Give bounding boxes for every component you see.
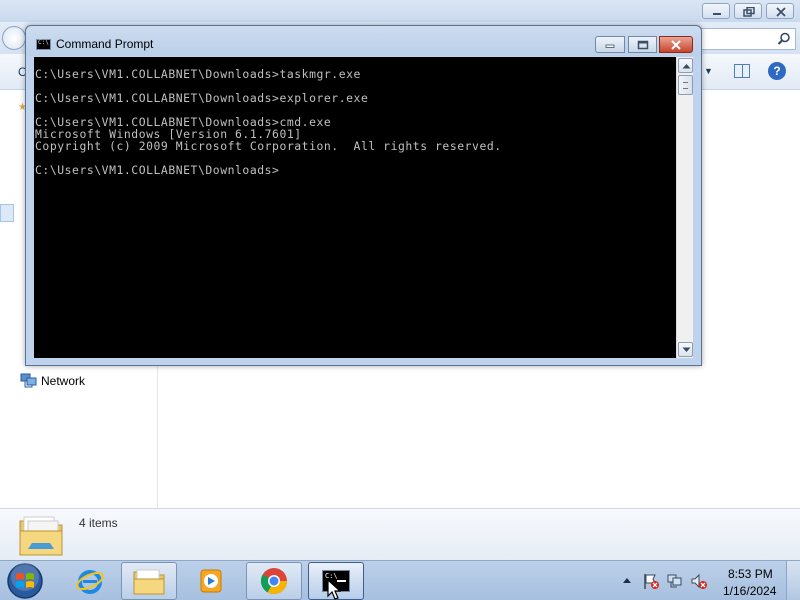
start-button[interactable] xyxy=(5,562,45,600)
taskbar-internet-explorer[interactable] xyxy=(62,562,118,600)
search-input[interactable] xyxy=(690,28,796,50)
taskbar-windows-explorer[interactable] xyxy=(121,562,177,600)
windows-start-orb-icon xyxy=(7,563,43,599)
console-line: Copyright (c) 2009 Microsoft Corporation… xyxy=(35,139,502,153)
help-icon[interactable]: ? xyxy=(768,62,786,80)
preview-pane-icon[interactable] xyxy=(734,64,750,78)
console-output[interactable]: C:\Users\VM1.COLLABNET\Downloads>taskmgr… xyxy=(34,57,676,358)
console-text: C:\Users\VM1.COLLABNET\Downloads>taskmgr… xyxy=(34,57,676,176)
maximize-icon xyxy=(637,40,648,49)
minimize-button[interactable] xyxy=(595,36,625,53)
folder-icon xyxy=(133,569,165,595)
folder-icon xyxy=(19,516,63,556)
details-pane: 4 items xyxy=(0,508,800,560)
minimize-icon xyxy=(713,13,721,15)
vertical-scrollbar[interactable] xyxy=(676,57,693,358)
close-icon xyxy=(776,7,786,17)
item-count: 4 items xyxy=(79,516,118,530)
volume-muted-icon[interactable] xyxy=(690,572,708,590)
restore-icon xyxy=(743,7,755,17)
cmd-app-icon: C:\ xyxy=(36,39,51,50)
close-icon xyxy=(671,39,681,50)
chrome-icon xyxy=(260,568,288,595)
cmd-titlebar[interactable]: C:\ Command Prompt xyxy=(26,26,701,56)
close-button[interactable] xyxy=(659,36,693,53)
views-dropdown-icon[interactable]: ▼ xyxy=(704,66,713,76)
clock-date[interactable]: 1/16/2024 xyxy=(723,584,776,598)
cmd-app-icon-text: C:\ xyxy=(38,39,49,46)
back-button[interactable] xyxy=(2,26,26,50)
chevron-up-icon xyxy=(682,64,691,69)
explorer-close-button[interactable] xyxy=(766,3,794,19)
explorer-minimize-button[interactable] xyxy=(702,3,730,19)
taskbar-google-chrome[interactable] xyxy=(246,562,302,600)
console-line: C:\Users\VM1.COLLABNET\Downloads>taskmgr… xyxy=(35,67,361,81)
scroll-down-button[interactable] xyxy=(678,342,693,357)
clock-time[interactable]: 8:53 PM xyxy=(728,567,773,581)
maximize-button[interactable] xyxy=(628,36,657,53)
search-icon xyxy=(777,32,790,45)
window-title: Command Prompt xyxy=(56,37,154,51)
scroll-up-button[interactable] xyxy=(678,58,693,73)
console-line: C:\Users\VM1.COLLABNET\Downloads> xyxy=(35,163,280,177)
command-prompt-window[interactable]: C:\ Command Prompt C:\Users\VM1.COLLABNE… xyxy=(25,25,702,366)
system-tray: 8:53 PM 1/16/2024 xyxy=(618,561,800,600)
network-icon xyxy=(20,373,37,388)
taskbar: C:\ 8:53 PM 1/16/2024 xyxy=(0,560,800,600)
mouse-pointer-icon xyxy=(327,579,341,600)
explorer-titlebar xyxy=(0,0,800,22)
internet-explorer-icon xyxy=(76,570,104,594)
console-line: C:\Users\VM1.COLLABNET\Downloads>explore… xyxy=(35,91,369,105)
show-desktop-button[interactable] xyxy=(786,561,800,600)
chevron-down-icon xyxy=(682,347,691,352)
scroll-thumb[interactable] xyxy=(678,75,693,95)
nav-selected-item[interactable] xyxy=(0,204,14,222)
show-hidden-icons-chevron-up-icon[interactable] xyxy=(622,576,632,584)
nav-item-label: Network xyxy=(41,374,86,388)
media-player-icon xyxy=(200,569,222,593)
action-center-flag-icon[interactable] xyxy=(642,572,660,590)
taskbar-windows-media-player[interactable] xyxy=(183,562,239,600)
network-status-icon[interactable] xyxy=(666,572,684,590)
explorer-restore-button[interactable] xyxy=(734,3,762,19)
minimize-icon xyxy=(605,44,615,48)
